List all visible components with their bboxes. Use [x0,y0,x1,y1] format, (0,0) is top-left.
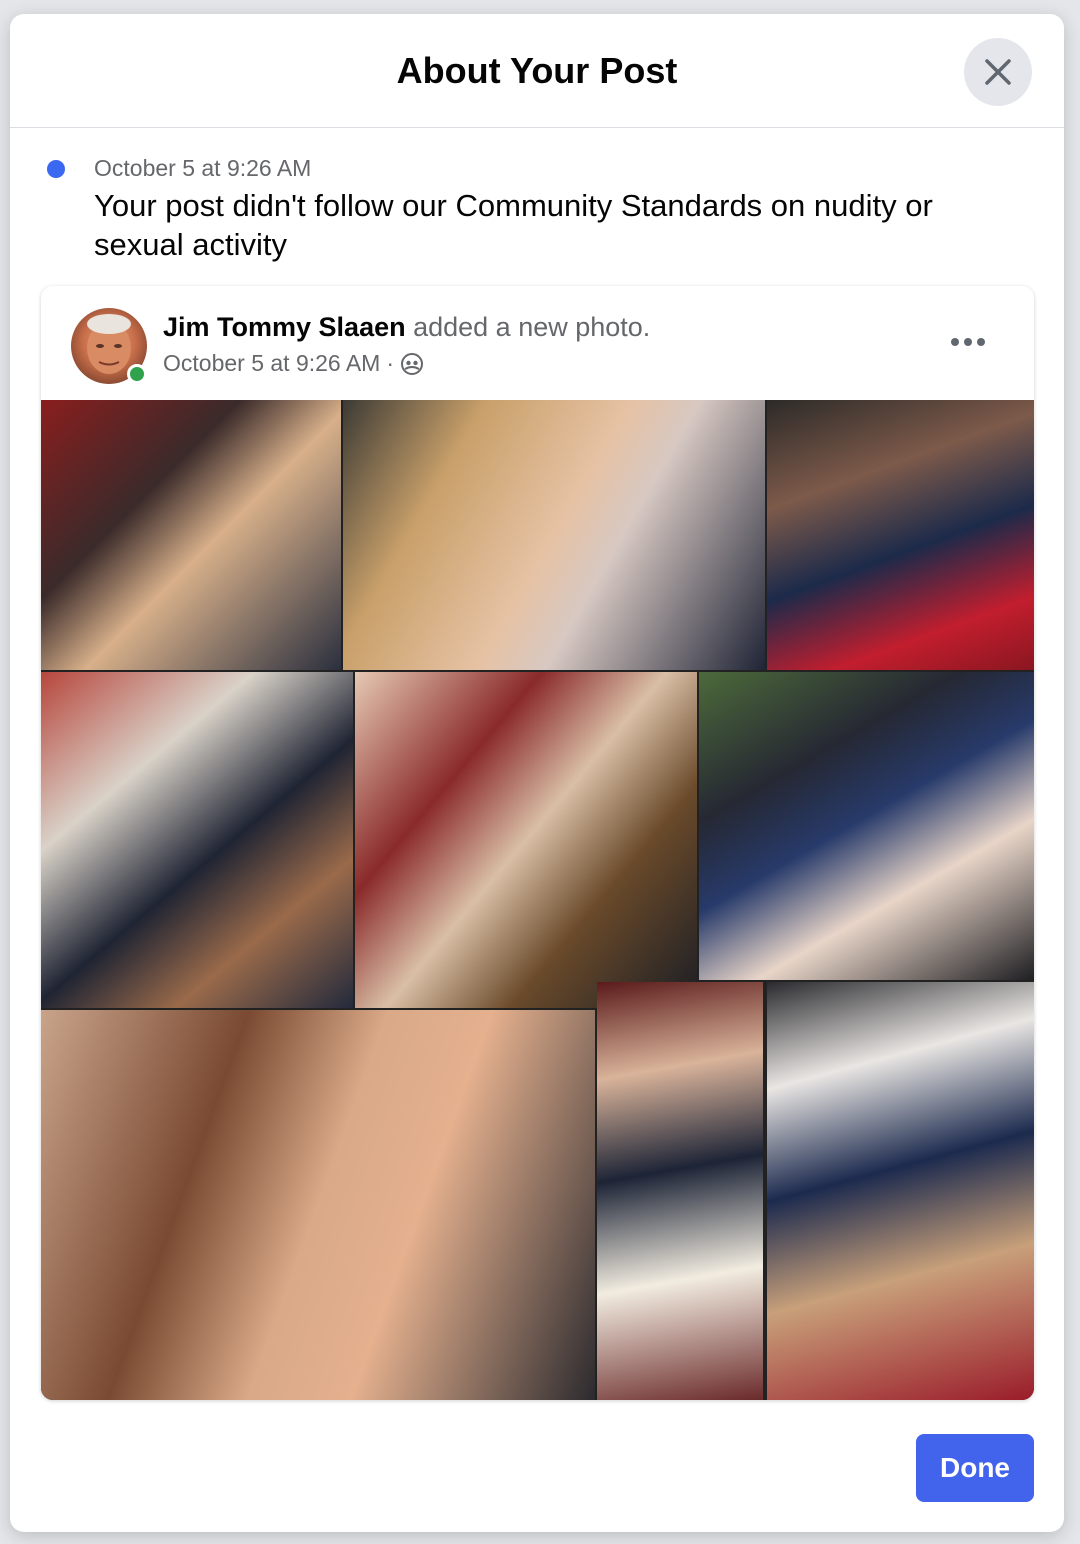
post-author-name[interactable]: Jim Tommy Slaaen [163,312,406,342]
post-action-text: added a new photo. [405,312,651,342]
post-card: Jim Tommy Slaaen added a new photo. Octo… [41,286,1034,1400]
about-your-post-dialog: About Your Post October 5 at 9:26 AM You… [10,14,1064,1532]
collage-photo [41,672,353,1008]
close-icon [985,59,1011,85]
collage-photo [41,1010,595,1400]
violation-notice: October 5 at 9:26 AM Your post didn't fo… [10,128,1064,264]
meta-separator: · [386,350,395,376]
collage-photo [41,400,341,670]
dialog-title: About Your Post [396,50,678,91]
notice-message: Your post didn't follow our Community St… [94,188,933,262]
collage-photo [355,672,697,1008]
collage-photo [343,400,765,670]
collage-photo [699,672,1034,980]
done-button[interactable]: Done [916,1434,1034,1502]
collage-photo [597,982,763,1400]
collage-photo [767,400,1034,670]
more-options-icon [951,338,985,346]
close-button[interactable] [964,38,1032,106]
online-status-indicator [127,364,147,384]
collage-photo [767,982,1034,1400]
post-photo-collage[interactable] [41,400,1034,1400]
friends-icon[interactable] [400,352,424,376]
dialog-header: About Your Post [10,14,1064,128]
post-options-button[interactable] [946,328,990,356]
post-timestamp[interactable]: October 5 at 9:26 AM [163,350,380,377]
notice-timestamp: October 5 at 9:26 AM [94,155,312,181]
post-header: Jim Tommy Slaaen added a new photo. Octo… [41,286,1034,400]
post-meta: October 5 at 9:26 AM · [163,350,424,377]
post-author-line: Jim Tommy Slaaen added a new photo. [163,312,650,343]
